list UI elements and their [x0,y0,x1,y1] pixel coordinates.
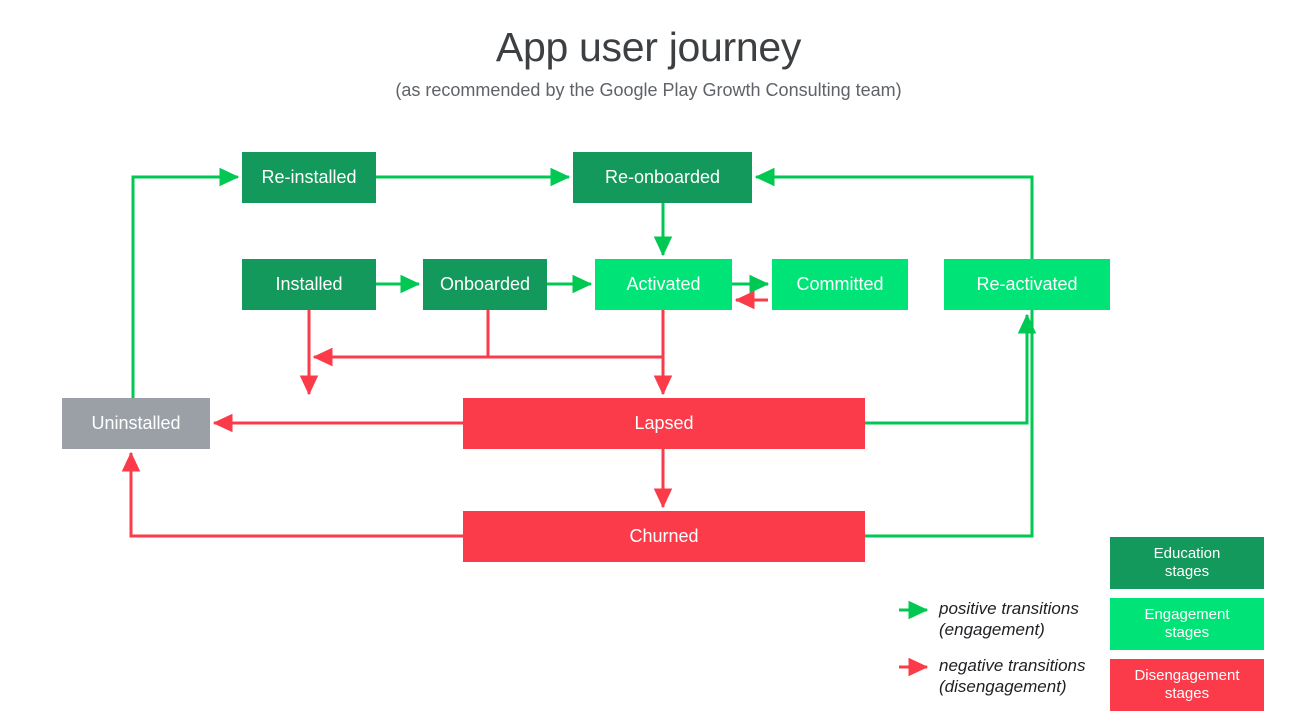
node-churned[interactable]: Churned [463,511,865,562]
node-activated[interactable]: Activated [595,259,732,310]
node-onboarded[interactable]: Onboarded [423,259,547,310]
node-re-onboarded[interactable]: Re-onboarded [573,152,752,203]
node-installed[interactable]: Installed [242,259,376,310]
diagram-canvas: App user journey (as recommended by the … [0,0,1297,727]
node-re-activated[interactable]: Re-activated [944,259,1110,310]
negative-arrow-icon [899,657,929,677]
legend-chip-education-stages: Education stages [1110,537,1264,589]
node-label: Installed [275,274,343,295]
node-label: Uninstalled [91,413,181,434]
legend-positive-transitions: positive transitions (engagement) [897,598,1079,641]
legend-chip-engagement-stages: Engagement stages [1110,598,1264,650]
node-label: Re-installed [261,167,357,188]
legend-chip-label: Disengagement stages [1134,667,1240,702]
node-label: Lapsed [634,413,694,434]
legend-chip-disengagement-stages: Disengagement stages [1110,659,1264,711]
edge-onboarded-to-uninstalled [312,310,490,367]
legend-label: negative transitions (disengagement) [939,656,1086,697]
edges-layer [121,167,1037,538]
edge-churned-to-uninstalled [121,451,463,538]
node-lapsed[interactable]: Lapsed [463,398,865,449]
node-committed[interactable]: Committed [772,259,908,310]
legend-chip-label: Engagement stages [1144,606,1230,641]
node-label: Activated [626,274,701,295]
legend-negative-transitions: negative transitions (disengagement) [897,655,1085,698]
node-label: Onboarded [439,274,531,295]
node-label: Re-activated [976,274,1078,295]
edge-churned-to-re-onboarded [754,167,1034,538]
node-label: Re-onboarded [604,167,721,188]
edge-uninstalled-to-re-installed [131,167,240,398]
legend-label: positive transitions (engagement) [939,599,1079,640]
node-re-installed[interactable]: Re-installed [242,152,376,203]
legend-chip-label: Education stages [1153,545,1221,580]
edge-lapsed-to-re-activated [865,313,1037,425]
node-label: Churned [629,526,699,547]
node-uninstalled[interactable]: Uninstalled [62,398,210,449]
node-label: Committed [796,274,884,295]
positive-arrow-icon [899,600,929,620]
